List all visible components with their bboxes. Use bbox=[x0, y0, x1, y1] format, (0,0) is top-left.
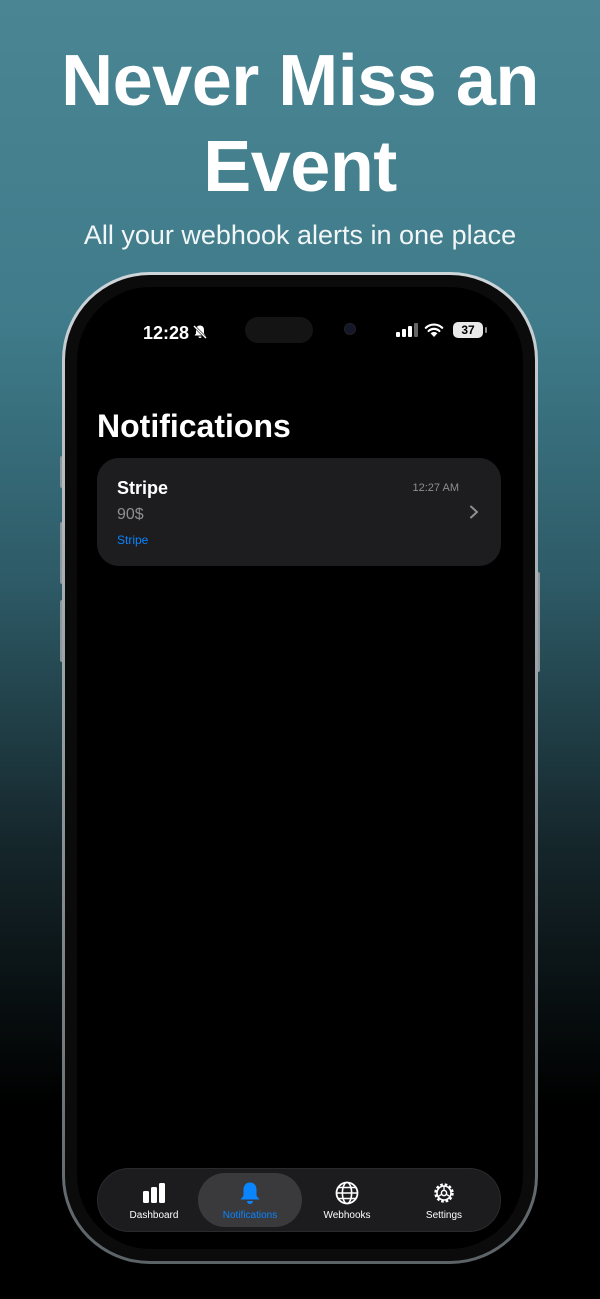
tab-label: Dashboard bbox=[129, 1210, 179, 1221]
app-screen: 12:28 37 Notifications Stripe 12:27 AM 9… bbox=[77, 287, 523, 1249]
phone-frame: 12:28 37 Notifications Stripe 12:27 AM 9… bbox=[62, 272, 538, 1264]
bar-chart-icon bbox=[143, 1183, 165, 1203]
tab-label: Webhooks bbox=[323, 1210, 371, 1221]
notification-time: 12:27 AM bbox=[412, 482, 459, 494]
tab-notifications[interactable]: Notifications bbox=[198, 1173, 302, 1227]
bell-slash-icon bbox=[193, 325, 207, 339]
signal-icon bbox=[396, 323, 418, 337]
tab-settings[interactable]: Settings bbox=[392, 1173, 496, 1227]
tab-bar: Dashboard Notifications Webhooks Setting… bbox=[97, 1168, 501, 1232]
battery-icon: 37 bbox=[453, 322, 483, 338]
chevron-right-icon bbox=[470, 505, 478, 519]
battery-tip bbox=[485, 327, 487, 333]
camera-lens bbox=[345, 324, 355, 334]
notification-title: Stripe bbox=[117, 478, 169, 498]
tab-label: Settings bbox=[425, 1210, 463, 1221]
tab-label: Notifications bbox=[222, 1210, 278, 1221]
tab-dashboard[interactable]: Dashboard bbox=[102, 1173, 206, 1227]
notification-source: Stripe bbox=[117, 533, 149, 547]
globe-icon bbox=[335, 1181, 359, 1205]
dynamic-island bbox=[245, 317, 313, 343]
tab-webhooks[interactable]: Webhooks bbox=[295, 1173, 399, 1227]
gear-icon bbox=[434, 1183, 454, 1203]
bell-icon bbox=[240, 1182, 260, 1204]
promo-subheadline: All your webhook alerts in one place bbox=[83, 220, 517, 250]
notification-card[interactable]: Stripe 12:27 AM 90$ Stripe bbox=[97, 458, 501, 566]
promo-headline: Never Miss an Event bbox=[0, 38, 600, 210]
status-time: 12:28 bbox=[143, 323, 190, 343]
page-title: Notifications bbox=[97, 408, 291, 444]
wifi-icon bbox=[424, 323, 444, 337]
headline-line-2: Event bbox=[203, 127, 397, 207]
notification-amount: 90$ bbox=[117, 506, 144, 523]
phone-bezel: 12:28 37 Notifications Stripe 12:27 AM 9… bbox=[65, 275, 535, 1261]
headline-line-1: Never Miss an bbox=[61, 41, 539, 121]
